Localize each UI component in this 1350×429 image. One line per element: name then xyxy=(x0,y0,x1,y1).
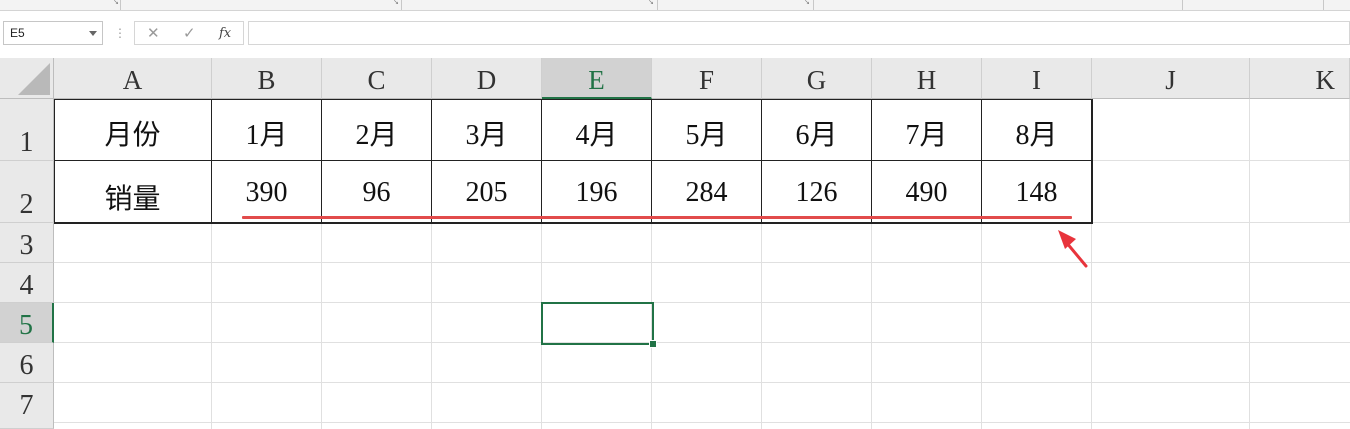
cell-text: 205 xyxy=(465,177,508,208)
cell-text: 月份 xyxy=(104,120,161,151)
select-all-triangle-icon xyxy=(18,63,50,95)
column-header-k[interactable]: K xyxy=(1250,58,1350,99)
name-box-value: E5 xyxy=(10,26,25,40)
cell-text: 196 xyxy=(575,177,618,208)
column-header-a[interactable]: A xyxy=(54,58,212,99)
row-header-1[interactable]: 1 xyxy=(0,99,54,161)
ribbon-group-font: ↘ xyxy=(121,0,402,10)
formula-bar: E5 ⋮ ✕ ✓ fx xyxy=(0,17,1350,51)
column-header-i[interactable]: I xyxy=(982,58,1092,99)
cell-text: 8月 xyxy=(1015,120,1058,151)
cell-text: 1月 xyxy=(245,120,288,151)
cell-c1[interactable]: 2月 xyxy=(322,99,432,161)
cell-text: 96 xyxy=(362,177,391,208)
cell-k2[interactable] xyxy=(1250,161,1350,223)
cell-d2[interactable]: 205 xyxy=(432,161,542,223)
chevron-down-icon[interactable] xyxy=(89,31,97,36)
dialog-launcher-icon[interactable]: ↘ xyxy=(648,0,655,6)
column-header-f[interactable]: F xyxy=(652,58,762,99)
cell-e2[interactable]: 196 xyxy=(542,161,652,223)
cell-j1[interactable] xyxy=(1092,99,1250,161)
row-header-5[interactable]: 5 xyxy=(0,303,54,343)
cell-i2[interactable]: 148 xyxy=(982,161,1092,223)
cell-text: 490 xyxy=(905,177,948,208)
row-header-4[interactable]: 4 xyxy=(0,263,54,303)
cell-a2[interactable]: 销量 xyxy=(54,161,212,223)
cell-f2[interactable]: 284 xyxy=(652,161,762,223)
cell-j2[interactable] xyxy=(1092,161,1250,223)
cell-d1[interactable]: 3月 xyxy=(432,99,542,161)
fill-handle[interactable] xyxy=(649,340,657,348)
cell-text: 390 xyxy=(245,177,288,208)
ribbon-group-number: ↘ xyxy=(658,0,814,10)
cell-g2[interactable]: 126 xyxy=(762,161,872,223)
cell-c2[interactable]: 96 xyxy=(322,161,432,223)
row-header-2[interactable]: 2 xyxy=(0,161,54,223)
cell-text: 3月 xyxy=(465,120,508,151)
cell-b2[interactable]: 390 xyxy=(212,161,322,223)
active-cell-e5[interactable] xyxy=(541,302,654,345)
cancel-icon[interactable]: ✕ xyxy=(147,23,160,43)
cell-k1[interactable] xyxy=(1250,99,1350,161)
column-header-j[interactable]: J xyxy=(1092,58,1250,99)
cell-f1[interactable]: 5月 xyxy=(652,99,762,161)
row-header-6[interactable]: 6 xyxy=(0,343,54,383)
underline-annotation xyxy=(242,216,1072,219)
cell-b1[interactable]: 1月 xyxy=(212,99,322,161)
insert-function-icon[interactable]: fx xyxy=(219,24,231,44)
column-header-e[interactable]: E xyxy=(542,58,652,99)
cell-text: 销量 xyxy=(104,184,161,215)
dialog-launcher-icon[interactable]: ↘ xyxy=(113,0,120,6)
cell-text: 4月 xyxy=(575,120,618,151)
select-all-button[interactable] xyxy=(0,58,54,99)
column-header-c[interactable]: C xyxy=(322,58,432,99)
cell-text: 126 xyxy=(795,177,838,208)
ribbon-strip: ↘ ↘ ↘ ↘ xyxy=(0,0,1350,11)
cell-text: 284 xyxy=(685,177,728,208)
formula-input[interactable] xyxy=(248,21,1350,45)
cell-text: 7月 xyxy=(905,120,948,151)
formula-buttons: ✕ ✓ fx xyxy=(134,21,244,45)
cell-a1[interactable]: 月份 xyxy=(54,99,212,161)
row-header-3[interactable]: 3 xyxy=(0,223,54,263)
ribbon-group-clipboard: ↘ xyxy=(0,0,121,10)
ribbon-group-alignment: ↘ xyxy=(402,0,658,10)
cell-text: 2月 xyxy=(355,120,398,151)
dialog-launcher-icon[interactable]: ↘ xyxy=(393,0,400,6)
more-options-icon[interactable]: ⋮ xyxy=(114,23,126,43)
dialog-launcher-icon[interactable]: ↘ xyxy=(804,0,811,6)
cell-h1[interactable]: 7月 xyxy=(872,99,982,161)
column-header-h[interactable]: H xyxy=(872,58,982,99)
name-box[interactable]: E5 xyxy=(3,21,103,45)
cell-text: 5月 xyxy=(685,120,728,151)
cell-h2[interactable]: 490 xyxy=(872,161,982,223)
cell-i1[interactable]: 8月 xyxy=(982,99,1092,161)
annotation-arrow-icon xyxy=(1058,230,1088,268)
ribbon-group-styles xyxy=(814,0,1183,10)
cell-text: 6月 xyxy=(795,120,838,151)
cell-text: 148 xyxy=(1015,177,1058,208)
cell-e1[interactable]: 4月 xyxy=(542,99,652,161)
column-header-g[interactable]: G xyxy=(762,58,872,99)
enter-icon[interactable]: ✓ xyxy=(183,23,196,43)
empty-rows-column-j xyxy=(1249,223,1250,429)
ribbon-group-cells xyxy=(1183,0,1324,10)
column-header-d[interactable]: D xyxy=(432,58,542,99)
cell-g1[interactable]: 6月 xyxy=(762,99,872,161)
column-header-b[interactable]: B xyxy=(212,58,322,99)
row-header-7[interactable]: 7 xyxy=(0,383,54,429)
